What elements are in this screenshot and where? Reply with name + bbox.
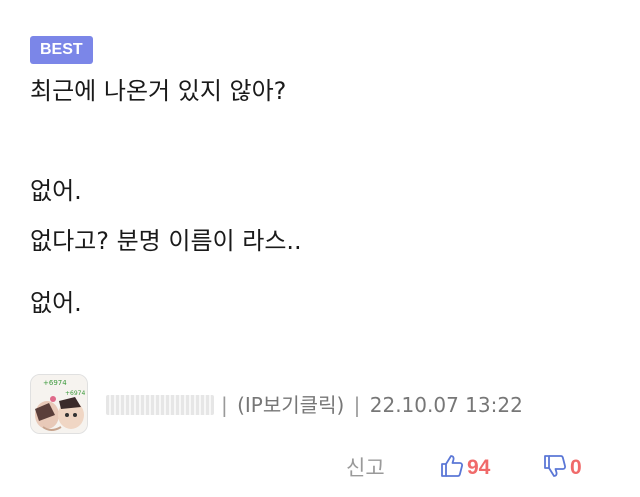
like-count: 94 [467, 456, 491, 479]
comment-line: 최근에 나온거 있지 않아? [30, 77, 287, 105]
best-badge: BEST [30, 36, 93, 64]
comment-line: 없다고? 분명 이름이 라스.. [30, 227, 302, 255]
separator: | [221, 393, 228, 417]
report-button[interactable]: 신고 [346, 452, 385, 484]
like-button[interactable]: 94 [440, 452, 490, 484]
best-comment: BEST 최근에 나온거 있지 않아? 없어. 없다고? 분명 이름이 라스..… [0, 0, 640, 497]
comment-line: 없어. [30, 289, 82, 317]
avatar[interactable]: +6974 +6974 [30, 374, 88, 434]
avatar-caption: +6974 [65, 390, 85, 397]
comment-line: 없어. [30, 177, 82, 205]
author-row: +6974 +6974 | (IP보기클릭) | 22.10.07 13:22 [30, 374, 610, 434]
dislike-count: 0 [570, 456, 582, 479]
author-nickname[interactable] [106, 395, 214, 415]
report-label: 신고 [346, 456, 385, 480]
comment-body: 최근에 나온거 있지 않아? 없어. 없다고? 분명 이름이 라스.. 없어. [30, 72, 610, 322]
separator: | [353, 393, 361, 417]
dislike-button[interactable]: 0 [543, 452, 582, 484]
avatar-caption: +6974 [43, 379, 67, 387]
thumbs-down-icon [544, 455, 567, 477]
thumbs-up-icon [441, 455, 464, 477]
author-info: | (IP보기클릭) | 22.10.07 13:22 [106, 392, 523, 418]
ip-view-link[interactable]: (IP보기클릭) [237, 393, 344, 417]
timestamp: 22.10.07 13:22 [369, 393, 523, 417]
